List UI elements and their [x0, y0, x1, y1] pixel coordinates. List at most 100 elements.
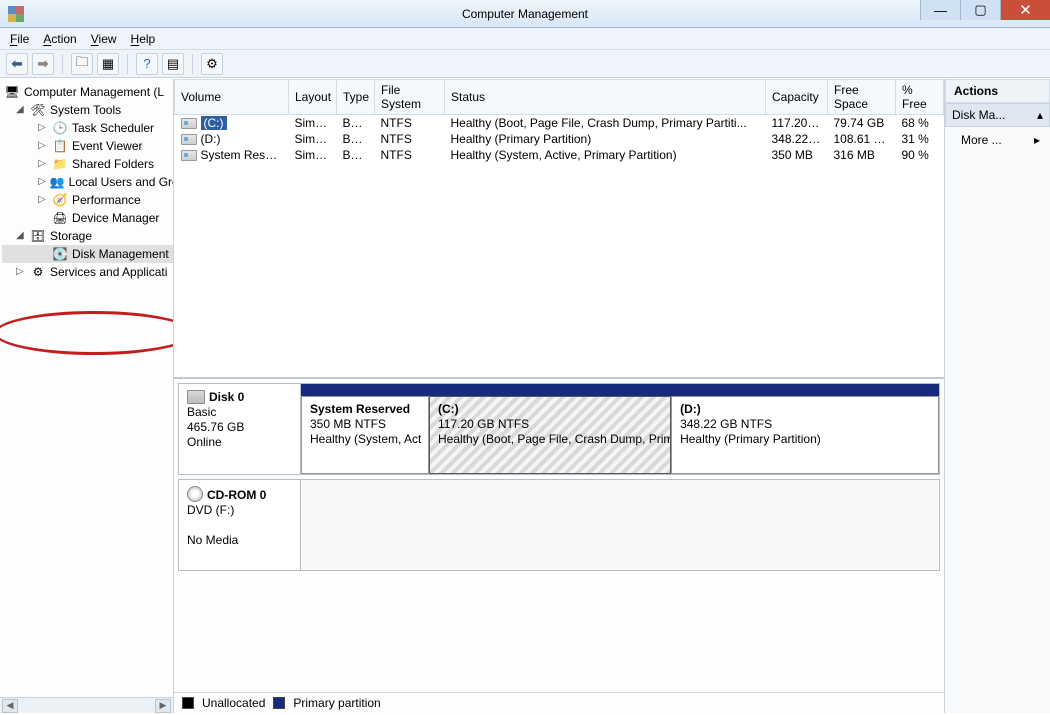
device-icon: 🖨 [52, 210, 68, 226]
collapse-icon: ◢ [16, 227, 26, 245]
col-filesystem[interactable]: File System [375, 80, 445, 115]
services-icon: ⚙ [30, 264, 46, 280]
tools-icon: 🛠 [30, 102, 46, 118]
volume-row[interactable]: (C:) Simple Basic NTFS Healthy (Boot, Pa… [175, 115, 944, 132]
cell: Simple [289, 115, 337, 132]
cell: NTFS [375, 147, 445, 163]
cell: Basic [337, 115, 375, 132]
disk-size: 465.76 GB [187, 420, 244, 434]
cell: Healthy (Primary Partition) [445, 131, 766, 147]
col-freespace[interactable]: Free Space [828, 80, 896, 115]
partition-name: (C:) [438, 402, 662, 417]
caret-right-icon: ▸ [1034, 133, 1040, 147]
tree-disk-management[interactable]: 💽 Disk Management [2, 245, 173, 263]
menu-action[interactable]: Action [43, 32, 76, 46]
main-area: 🖥 Computer Management (L ◢ 🛠 System Tool… [0, 78, 1050, 713]
tree-root-label: Computer Management (L [24, 83, 164, 101]
disk-header: Disk 0 Basic 465.76 GB Online [179, 384, 301, 474]
cell: 31 % [896, 131, 944, 147]
partition-c[interactable]: (C:) 117.20 GB NTFS Healthy (Boot, Page … [429, 396, 671, 474]
menu-view[interactable]: View [91, 32, 117, 46]
label: Local Users and Gro [69, 173, 174, 191]
cell: Healthy (System, Active, Primary Partiti… [445, 147, 766, 163]
tree-shared-folders[interactable]: ▷ 📁 Shared Folders [2, 155, 173, 173]
tree-services[interactable]: ▷ ⚙ Services and Applicati [2, 263, 173, 281]
up-button[interactable]: 🗀 [71, 53, 93, 75]
partition-container: System Reserved 350 MB NTFS Healthy (Sys… [301, 384, 939, 474]
actions-panel: Actions Disk Ma... ▴ More ... ▸ [945, 79, 1050, 713]
volume-row[interactable]: System Reserved Simple Basic NTFS Health… [175, 147, 944, 163]
back-button[interactable]: ⬅ [6, 53, 28, 75]
maximize-button[interactable]: ▢ [960, 0, 1000, 20]
expand-icon: ▷ [38, 137, 48, 155]
drive-icon [181, 150, 197, 161]
help-button[interactable]: ? [136, 53, 158, 75]
mmc-icon: 🖥 [4, 84, 20, 100]
partition-stripe [301, 384, 939, 396]
partition-status: Healthy (Boot, Page File, Crash Dump, Pr… [438, 432, 662, 447]
settings-button[interactable]: ⚙ [201, 53, 223, 75]
tree-performance[interactable]: ▷ 🧭 Performance [2, 191, 173, 209]
cell: 316 MB [828, 147, 896, 163]
scroll-left-icon[interactable]: ◀ [2, 699, 18, 713]
tree-storage[interactable]: ◢ 🗄 Storage [2, 227, 173, 245]
legend-unallocated: Unallocated [202, 696, 265, 710]
volume-row[interactable]: (D:) Simple Basic NTFS Healthy (Primary … [175, 131, 944, 147]
legend-swatch-unallocated [182, 697, 194, 709]
drive-icon [181, 118, 197, 129]
legend-swatch-primary [273, 697, 285, 709]
properties-button[interactable]: ▦ [97, 53, 119, 75]
actions-section[interactable]: Disk Ma... ▴ [945, 103, 1050, 127]
folder-icon: 📁 [52, 156, 68, 172]
tree-root[interactable]: 🖥 Computer Management (L [2, 83, 173, 101]
col-volume[interactable]: Volume [175, 80, 289, 115]
storage-icon: 🗄 [30, 228, 46, 244]
label: Performance [72, 191, 141, 209]
toolbar-separator [62, 54, 63, 74]
actions-more[interactable]: More ... ▸ [945, 127, 1050, 153]
sidebar-hscroll[interactable]: ◀ ▶ [0, 697, 173, 713]
label: Event Viewer [72, 137, 142, 155]
tree-local-users[interactable]: ▷ 👥 Local Users and Gro [2, 173, 173, 191]
disk-sub: DVD (F:) [187, 503, 234, 517]
scroll-right-icon[interactable]: ▶ [155, 699, 171, 713]
app-icon [8, 6, 24, 22]
partition-size: 350 MB NTFS [310, 417, 420, 432]
partition-size: 117.20 GB NTFS [438, 417, 662, 432]
refresh-button[interactable]: ▤ [162, 53, 184, 75]
toolbar: ⬅ ➡ 🗀 ▦ ? ▤ ⚙ [0, 50, 1050, 78]
tree-device-manager[interactable]: 🖨 Device Manager [2, 209, 173, 227]
tree-event-viewer[interactable]: ▷ 📋 Event Viewer [2, 137, 173, 155]
partition-name: (D:) [680, 402, 930, 417]
label: Disk Management [72, 245, 169, 263]
volume-name: System Reserved [201, 148, 289, 162]
disk-state: No Media [187, 533, 238, 547]
disk-0[interactable]: Disk 0 Basic 465.76 GB Online System Res… [178, 383, 940, 475]
tree-system-tools[interactable]: ◢ 🛠 System Tools [2, 101, 173, 119]
menu-help[interactable]: Help [131, 32, 156, 46]
partition-size: 348.22 GB NTFS [680, 417, 930, 432]
cdrom-0[interactable]: CD-ROM 0 DVD (F:) No Media [178, 479, 940, 571]
partition-status: Healthy (Primary Partition) [680, 432, 930, 447]
minimize-button[interactable]: — [920, 0, 960, 20]
partition-system-reserved[interactable]: System Reserved 350 MB NTFS Healthy (Sys… [301, 396, 429, 474]
actions-header: Actions [945, 79, 1050, 103]
expand-icon: ▷ [16, 263, 26, 281]
col-type[interactable]: Type [337, 80, 375, 115]
event-icon: 📋 [52, 138, 68, 154]
gauge-icon: 🧭 [52, 192, 68, 208]
disk-type: Basic [187, 405, 216, 419]
menu-file[interactable]: File [10, 32, 29, 46]
partition-d[interactable]: (D:) 348.22 GB NTFS Healthy (Primary Par… [671, 396, 939, 474]
close-button[interactable]: ✕ [1000, 0, 1050, 20]
col-layout[interactable]: Layout [289, 80, 337, 115]
hdd-icon [187, 390, 205, 404]
forward-button[interactable]: ➡ [32, 53, 54, 75]
cell: Basic [337, 131, 375, 147]
disk-layout-area: Disk 0 Basic 465.76 GB Online System Res… [174, 379, 944, 692]
col-status[interactable]: Status [445, 80, 766, 115]
col-capacity[interactable]: Capacity [766, 80, 828, 115]
tree-system-tools-label: System Tools [50, 101, 121, 119]
tree-task-scheduler[interactable]: ▷ 🕒 Task Scheduler [2, 119, 173, 137]
col-pctfree[interactable]: % Free [896, 80, 944, 115]
